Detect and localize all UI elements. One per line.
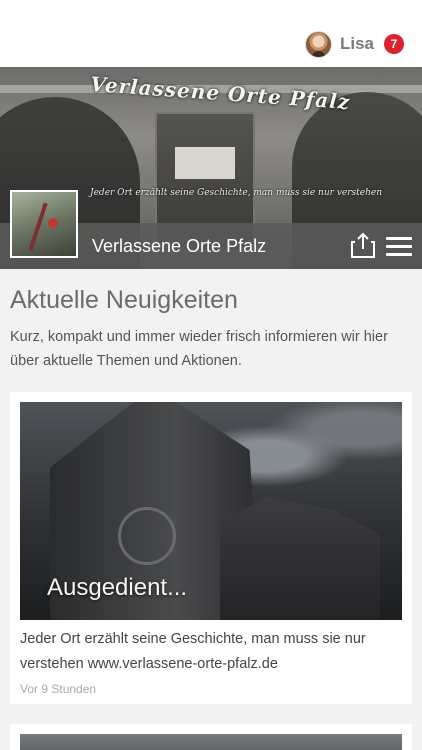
news-card-text: Jeder Ort erzählt seine Geschichte, man … <box>20 631 366 672</box>
banner-photo-sign <box>175 147 235 179</box>
news-card-image[interactable]: Ausgedient... <box>20 402 402 620</box>
user-profile-chip[interactable]: Lisa 7 <box>304 30 404 58</box>
news-image-rose-window <box>118 507 176 565</box>
notification-badge[interactable]: 7 <box>384 34 404 54</box>
news-card-timestamp: Vor 9 Stunden <box>20 682 97 696</box>
news-card-next[interactable] <box>10 724 412 750</box>
header-banner: Verlassene Orte Pfalz Jeder Ort erzählt … <box>0 67 422 269</box>
news-card[interactable]: Ausgedient... Jeder Ort erzählt seine Ge… <box>10 392 412 704</box>
section-intro: Kurz, kompakt und immer wieder frisch in… <box>10 329 388 369</box>
top-bar: Lisa 7 <box>0 0 422 67</box>
news-card-image-title: Ausgedient... <box>47 574 188 601</box>
share-icon[interactable] <box>351 232 375 258</box>
hamburger-menu-icon[interactable] <box>386 237 412 257</box>
page-title: Verlassene Orte Pfalz <box>92 236 267 256</box>
user-name[interactable]: Lisa <box>340 34 374 54</box>
page-profile-image[interactable] <box>10 190 78 258</box>
banner-title: Verlassene Orte Pfalz <box>89 71 351 115</box>
banner-slogan: Jeder Ort erzählt seine Geschichte, man … <box>90 188 383 198</box>
news-image-wing <box>220 497 380 620</box>
section-title: Aktuelle Neuigkeiten <box>10 286 238 314</box>
news-card-next-image[interactable] <box>20 734 402 750</box>
avatar[interactable] <box>304 30 332 58</box>
